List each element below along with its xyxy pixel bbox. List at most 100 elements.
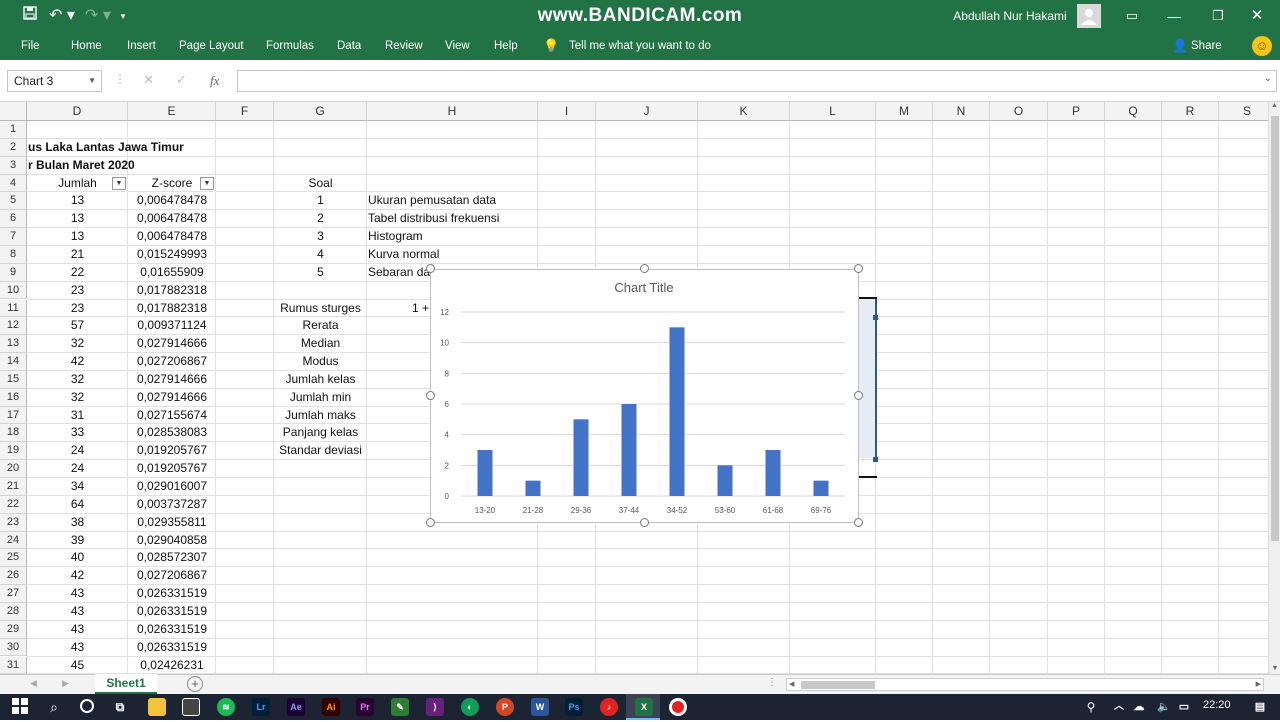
cell-soal-text[interactable]: Histogram <box>368 228 538 246</box>
after-effects-icon[interactable]: Ae <box>287 698 305 716</box>
y-tick-label[interactable]: 2 <box>445 461 450 470</box>
x-tick-label[interactable]: 21-28 <box>523 506 544 515</box>
filter-dropdown-icon[interactable]: ▼ <box>200 176 214 190</box>
x-tick-label[interactable]: 69-76 <box>811 506 832 515</box>
col-header[interactable]: M <box>876 102 933 121</box>
y-tick-label[interactable]: 6 <box>445 400 450 409</box>
x-tick-label[interactable]: 29-36 <box>571 506 592 515</box>
y-tick-label[interactable]: 0 <box>445 492 450 501</box>
expand-formula-icon[interactable]: ⌄ <box>1264 73 1272 84</box>
ribbon-display-icon[interactable]: ▭ <box>1122 0 1142 32</box>
selected-range[interactable] <box>858 298 877 458</box>
cell-jumlah[interactable]: 42 <box>28 353 127 371</box>
col-header[interactable]: P <box>1048 102 1105 121</box>
bar[interactable] <box>621 404 637 496</box>
cell-jumlah[interactable]: 38 <box>28 514 127 532</box>
row-header[interactable]: 12 <box>0 317 27 336</box>
chart-3[interactable]: Chart Title 0 2 4 6 8 10 12 13-20 21-28 29-36 37-44… <box>430 269 859 523</box>
cell-zscore[interactable]: 0,029016007 <box>129 478 215 496</box>
illustrator-icon[interactable]: Ai <box>322 698 340 716</box>
horizontal-scrollbar[interactable]: ◀ ▶ <box>786 678 1264 691</box>
redo-icon[interactable]: ↷ ▾ <box>84 0 112 32</box>
col-header[interactable]: Q <box>1105 102 1162 121</box>
cell-jumlah[interactable]: 57 <box>28 317 127 335</box>
filter-dropdown-icon[interactable]: ▼ <box>112 176 126 190</box>
lightroom-icon[interactable]: Lr <box>252 698 270 716</box>
undo-icon[interactable]: ↶ ▾ <box>48 0 76 32</box>
cell-stat-label[interactable]: Rerata <box>275 317 366 335</box>
row-header[interactable]: 28 <box>0 602 27 621</box>
save-icon[interactable] <box>20 0 40 32</box>
chart-resize-handle-br[interactable] <box>854 518 863 527</box>
row-header[interactable]: 8 <box>0 245 27 264</box>
col-header[interactable]: F <box>216 102 274 121</box>
col-header[interactable]: E <box>128 102 216 121</box>
chevron-down-icon[interactable]: ▼ <box>88 71 96 91</box>
onedrive-icon[interactable]: ☁ <box>1130 698 1148 716</box>
col-header[interactable]: K <box>698 102 790 121</box>
cell-jumlah[interactable]: 13 <box>28 192 127 210</box>
cell-jumlah[interactable]: 31 <box>28 407 127 425</box>
cell-zscore[interactable]: 0,027914666 <box>129 371 215 389</box>
col-header[interactable]: H <box>367 102 538 121</box>
network-icon[interactable]: ▭ <box>1175 698 1193 716</box>
y-tick-label[interactable]: 10 <box>440 339 449 348</box>
row-header[interactable]: 1 <box>0 121 27 139</box>
col-header[interactable]: O <box>990 102 1048 121</box>
cell-jumlah[interactable]: 24 <box>28 460 127 478</box>
cell-jumlah[interactable]: 23 <box>28 300 127 318</box>
acrobat-icon[interactable]: ♪ <box>600 698 618 716</box>
cell-stat-label[interactable]: Modus <box>275 353 366 371</box>
vertical-scrollbar[interactable]: ▲ ▼ <box>1268 102 1280 674</box>
cell-stat-label[interactable]: Standar deviasi <box>275 442 366 460</box>
cell-stat-label[interactable]: Jumlah min <box>275 389 366 407</box>
cell-zscore[interactable]: 0,029355811 <box>129 514 215 532</box>
premiere-icon[interactable]: Pr <box>356 698 374 716</box>
y-tick-label[interactable]: 4 <box>445 431 450 440</box>
store-icon[interactable] <box>182 698 200 716</box>
task-view-icon[interactable]: ⧉ <box>111 698 129 716</box>
scroll-right-icon[interactable]: ▶ <box>1256 679 1261 690</box>
chart-title[interactable]: Chart Title <box>614 280 673 295</box>
tab-view[interactable]: View <box>445 32 470 60</box>
prev-sheet-icon[interactable]: ◀ <box>30 678 37 689</box>
cell-zscore[interactable]: 0,017882318 <box>129 282 215 300</box>
volume-icon[interactable]: 🔈 <box>1155 698 1173 716</box>
cell-zscore[interactable]: 0,026331519 <box>129 603 215 621</box>
cell-zscore[interactable]: 0,029040858 <box>129 532 215 550</box>
row-header[interactable]: 6 <box>0 210 27 229</box>
tab-insert[interactable]: Insert <box>127 32 156 60</box>
chart-resize-handle-t[interactable] <box>640 264 649 273</box>
powerpoint-icon[interactable]: P <box>496 698 514 716</box>
row-header[interactable]: 2 <box>0 138 27 157</box>
bar[interactable] <box>525 480 541 496</box>
tab-help[interactable]: Help <box>494 32 518 60</box>
name-box[interactable]: Chart 3 ▼ <box>7 70 102 92</box>
customize-qat-icon[interactable]: ▾ <box>117 0 129 32</box>
word-icon[interactable]: W <box>531 698 549 716</box>
cell-jumlah[interactable]: 13 <box>28 228 127 246</box>
restore-icon[interactable]: ❐ <box>1208 0 1228 32</box>
bar[interactable] <box>477 450 493 496</box>
cell-jumlah[interactable]: 33 <box>28 424 127 442</box>
row-header[interactable]: 16 <box>0 388 27 407</box>
visual-studio-icon[interactable]: ⟩ <box>426 698 444 716</box>
row-header[interactable]: 11 <box>0 299 27 318</box>
cell-jumlah[interactable]: 22 <box>28 264 127 282</box>
row-header[interactable]: 24 <box>0 531 27 550</box>
row-header[interactable]: 23 <box>0 513 27 532</box>
cancel-icon[interactable]: ✕ <box>143 72 154 88</box>
x-tick-label[interactable]: 53-60 <box>715 506 736 515</box>
title-line[interactable]: r Bulan Maret 2020 <box>28 157 328 175</box>
row-header[interactable]: 27 <box>0 585 27 603</box>
clock[interactable]: 22:20 <box>1203 699 1231 711</box>
cell-soal-text[interactable]: Tabel distribusi frekuensi <box>368 210 538 228</box>
x-tick-label[interactable]: 13-20 <box>475 506 496 515</box>
row-header[interactable]: 5 <box>0 192 27 211</box>
sheet-tab-sheet1[interactable]: Sheet1 <box>95 674 157 694</box>
cell-jumlah[interactable]: 43 <box>28 639 127 657</box>
cell-zscore[interactable]: 0,026331519 <box>129 639 215 657</box>
col-header[interactable]: R <box>1162 102 1219 121</box>
cell-sturges-formula[interactable]: 1 + <box>368 300 429 318</box>
cell-zscore[interactable]: 0,026331519 <box>129 621 215 639</box>
